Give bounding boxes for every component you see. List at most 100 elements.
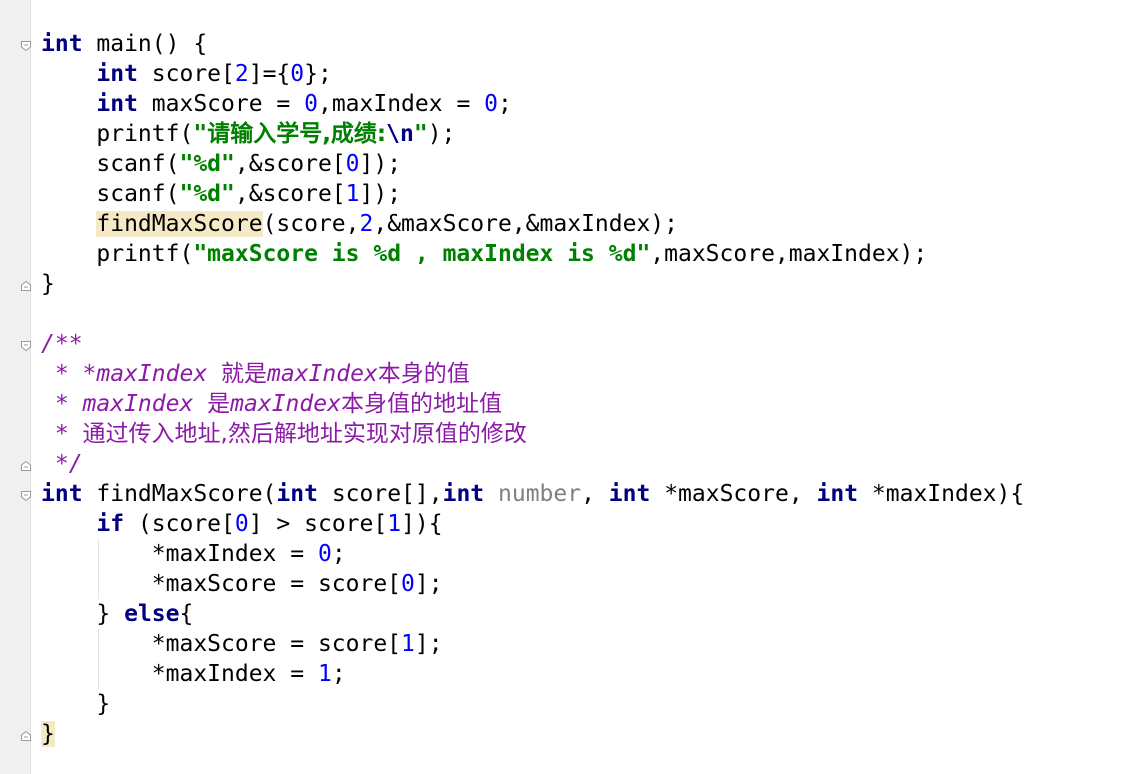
code-token: * <box>41 421 83 447</box>
code-line[interactable]: int maxScore = 0,maxIndex = 0; <box>41 89 1116 119</box>
code-line[interactable]: int score[2]={0}; <box>41 59 1116 89</box>
code-line[interactable]: } <box>41 269 1116 299</box>
code-token: ]); <box>359 151 402 177</box>
code-line[interactable]: * 通过传入地址,然后解地址实现对原值的修改 <box>41 419 1116 449</box>
code-token: 0 <box>401 571 415 597</box>
code-token: *maxIndex){ <box>858 481 1025 507</box>
code-token: 本身值的地址值 <box>340 391 502 417</box>
code-line[interactable]: scanf("%d",&score[1]); <box>41 179 1116 209</box>
code-token: 2 <box>359 211 374 237</box>
code-token: } <box>41 691 111 717</box>
code-token: findMaxScore( <box>82 481 277 507</box>
code-token: ); <box>427 121 456 147</box>
code-token: "%d" <box>179 151 235 177</box>
code-token: ]; <box>414 631 443 657</box>
code-token: int <box>442 481 485 507</box>
code-token: main() { <box>82 31 208 57</box>
code-token: \n <box>386 121 414 147</box>
code-line[interactable]: findMaxScore(score,2,&maxScore,&maxIndex… <box>41 209 1116 239</box>
fold-close-icon[interactable] <box>20 460 32 472</box>
code-token: number <box>498 481 582 507</box>
code-line[interactable]: /** <box>41 329 1116 359</box>
code-token: ]={ <box>248 61 291 87</box>
code-line[interactable]: scanf("%d",&score[0]); <box>41 149 1116 179</box>
fold-open-icon[interactable] <box>20 40 32 52</box>
code-token: (score, <box>262 211 360 237</box>
code-token: *maxScore = score[ <box>41 571 402 597</box>
code-line[interactable]: } <box>41 719 1116 749</box>
code-token: 0 <box>234 511 249 537</box>
code-token: } <box>41 271 55 297</box>
code-token: int <box>816 481 859 507</box>
code-token: scanf( <box>41 181 180 207</box>
code-token: 本身的值 <box>377 361 470 387</box>
code-token: 1 <box>345 181 360 207</box>
code-token: " <box>413 121 428 147</box>
code-token: printf( <box>41 241 194 267</box>
code-token: if <box>96 511 125 537</box>
code-line[interactable]: int findMaxScore(int score[],int number,… <box>41 479 1116 509</box>
code-token: 0 <box>317 541 332 567</box>
code-token: int <box>96 91 138 117</box>
fold-close-icon[interactable] <box>20 280 32 292</box>
code-token: *maxIndex = <box>41 541 318 567</box>
code-token: *maxScore, <box>650 481 817 507</box>
code-token: 1 <box>401 631 415 657</box>
code-token: maxScore = <box>137 91 305 117</box>
code-token: ]){ <box>401 511 443 537</box>
code-line[interactable]: *maxIndex = 1; <box>41 659 1116 689</box>
code-token: ,&score[ <box>234 151 346 177</box>
code-line[interactable]: */ <box>41 449 1116 479</box>
code-line[interactable] <box>41 299 1116 329</box>
code-line[interactable]: * *maxIndex 就是maxIndex本身的值 <box>41 359 1116 389</box>
code-token: ]); <box>359 181 402 207</box>
code-token: maxIndex <box>267 361 378 387</box>
code-line[interactable]: printf("请输入学号,成绩:\n"); <box>41 119 1116 149</box>
code-token: } <box>41 601 125 627</box>
code-token: /** <box>41 331 83 357</box>
code-token: printf( <box>41 121 194 147</box>
code-token: *maxScore = score[ <box>41 631 402 657</box>
code-token: ,&maxScore,&maxIndex); <box>373 211 678 237</box>
code-token: int <box>41 481 83 507</box>
code-token: */ <box>41 451 83 477</box>
code-token: scanf( <box>41 151 180 177</box>
code-token: 0 <box>484 91 498 117</box>
code-token: 0 <box>304 91 318 117</box>
code-line[interactable]: } <box>41 689 1116 719</box>
code-token: int <box>96 61 138 87</box>
code-token: findMaxScore <box>96 211 263 237</box>
code-token: maxIndex <box>230 391 341 417</box>
code-line[interactable]: int main() { <box>41 29 1116 59</box>
code-line[interactable]: * maxIndex 是maxIndex本身值的地址值 <box>41 389 1116 419</box>
code-token: 请输入学号,成绩: <box>207 121 387 147</box>
code-editor[interactable]: int main() { int score[2]={0}; int maxSc… <box>41 29 1116 749</box>
code-token: ; <box>331 541 346 567</box>
code-token: }; <box>304 61 332 87</box>
fold-open-icon[interactable] <box>20 340 32 352</box>
code-token: , <box>581 481 609 507</box>
code-token: *maxIndex = <box>41 661 318 687</box>
code-line[interactable]: *maxScore = score[0]; <box>41 569 1116 599</box>
code-token: " <box>193 121 208 147</box>
code-line[interactable]: printf("maxScore is %d , maxIndex is %d"… <box>41 239 1116 269</box>
fold-open-icon[interactable] <box>20 490 32 502</box>
code-line[interactable]: } else{ <box>41 599 1116 629</box>
code-line[interactable]: if (score[0] > score[1]){ <box>41 509 1116 539</box>
code-token: else <box>124 601 180 627</box>
code-token: "maxScore is %d , maxIndex is %d" <box>193 241 651 267</box>
code-token: 通过传入地址,然后解地址实现对原值的修改 <box>82 421 527 447</box>
code-token: ,&score[ <box>234 181 346 207</box>
code-token: * *maxIndex <box>41 361 222 387</box>
code-token: ] > score[ <box>248 511 388 537</box>
code-token: int <box>276 481 318 507</box>
code-token: score[], <box>317 481 443 507</box>
code-line[interactable]: *maxScore = score[1]; <box>41 629 1116 659</box>
code-token: "%d" <box>179 181 235 207</box>
code-line[interactable]: *maxIndex = 0; <box>41 539 1116 569</box>
code-token: (score[ <box>124 511 235 537</box>
fold-close-icon[interactable] <box>20 730 32 742</box>
